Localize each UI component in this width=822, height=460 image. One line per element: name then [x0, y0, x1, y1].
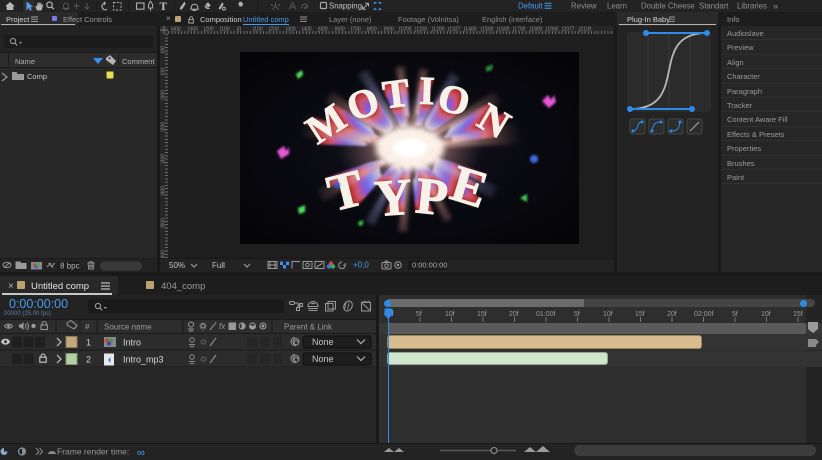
svg-text:|1000: |1000	[399, 27, 412, 33]
svg-text:15f: 15f	[477, 311, 487, 318]
svg-text:|100: |100	[253, 27, 263, 33]
svg-text:8 bpc: 8 bpc	[60, 262, 80, 271]
svg-text:|400: |400	[302, 27, 312, 33]
svg-text:10f: 10f	[445, 311, 455, 318]
svg-text:Intro: Intro	[123, 338, 141, 348]
svg-text:|500: |500	[161, 218, 167, 228]
svg-text:|1100: |1100	[415, 27, 427, 33]
svg-text:|2077: |2077	[562, 27, 575, 33]
svg-text:15f: 15f	[793, 311, 803, 318]
svg-text:None: None	[312, 337, 334, 347]
svg-text:|300: |300	[286, 27, 296, 33]
svg-text:|200: |200	[269, 27, 279, 33]
svg-text:|300: |300	[188, 27, 198, 33]
svg-text:02:00f: 02:00f	[694, 311, 714, 318]
svg-text:T: T	[160, 1, 168, 12]
svg-text:»: »	[773, 1, 778, 11]
svg-text:Default: Default	[518, 2, 544, 11]
svg-text:|00: |00	[161, 46, 167, 53]
svg-text:|1600: |1600	[497, 27, 510, 33]
svg-text:|900: |900	[384, 27, 394, 33]
svg-text:Double Cheese: Double Cheese	[641, 2, 695, 11]
svg-text:|2100: |2100	[579, 27, 592, 33]
svg-text:Libraries: Libraries	[737, 2, 767, 11]
svg-text:∞: ∞	[137, 447, 145, 459]
svg-text:|600: |600	[335, 27, 345, 33]
svg-text:|1500: |1500	[481, 27, 494, 33]
svg-text:|1800: |1800	[530, 27, 543, 33]
svg-text:+0,0: +0,0	[353, 261, 369, 270]
svg-text:Standart: Standart	[699, 2, 729, 11]
svg-text:1: 1	[86, 338, 91, 348]
svg-text:|300: |300	[161, 154, 167, 164]
svg-text:10f: 10f	[603, 311, 613, 318]
svg-text:20f: 20f	[667, 311, 677, 318]
svg-text:fx: fx	[219, 322, 226, 331]
svg-text:Intro_mp3: Intro_mp3	[123, 355, 164, 365]
svg-text:None: None	[312, 354, 334, 364]
svg-text:50%: 50%	[169, 261, 185, 270]
svg-text:Parent & Link: Parent & Link	[284, 323, 333, 332]
svg-text:|200: |200	[204, 27, 214, 33]
svg-text:5f: 5f	[732, 311, 738, 318]
svg-text:|100: |100	[161, 90, 167, 100]
svg-text:|800: |800	[367, 27, 377, 33]
svg-text:5f: 5f	[574, 311, 580, 318]
svg-text:Full: Full	[212, 261, 225, 270]
svg-text:|400: |400	[161, 186, 167, 196]
svg-text:0:00:00:00: 0:00:00:00	[412, 261, 447, 270]
svg-text:|500: |500	[318, 27, 328, 33]
svg-text:|00: |00	[161, 68, 167, 75]
svg-text:|100: |100	[220, 27, 230, 33]
svg-text:|1327: |1327	[448, 27, 461, 33]
svg-text:Learn: Learn	[607, 2, 627, 11]
svg-text:#: #	[85, 323, 90, 332]
svg-text:Source name: Source name	[104, 323, 152, 332]
svg-text:|1900: |1900	[546, 27, 559, 33]
svg-text:Frame render time:: Frame render time:	[57, 447, 129, 457]
svg-text:5f: 5f	[416, 311, 422, 318]
svg-text:|1400: |1400	[464, 27, 477, 33]
svg-text:|400: |400	[171, 27, 181, 33]
svg-text:Review: Review	[571, 2, 597, 11]
svg-text:Snapping: Snapping	[329, 2, 362, 11]
svg-text:|1200: |1200	[432, 27, 445, 33]
svg-text:20f: 20f	[509, 311, 519, 318]
svg-text:10f: 10f	[761, 311, 771, 318]
svg-text:|1700: |1700	[513, 27, 526, 33]
svg-text:01:00f: 01:00f	[536, 311, 556, 318]
svg-text:|0: |0	[237, 27, 241, 33]
svg-text:15f: 15f	[635, 311, 645, 318]
svg-text:|700: |700	[351, 27, 361, 33]
svg-text:|200: |200	[161, 122, 167, 132]
svg-text:2: 2	[86, 355, 91, 365]
